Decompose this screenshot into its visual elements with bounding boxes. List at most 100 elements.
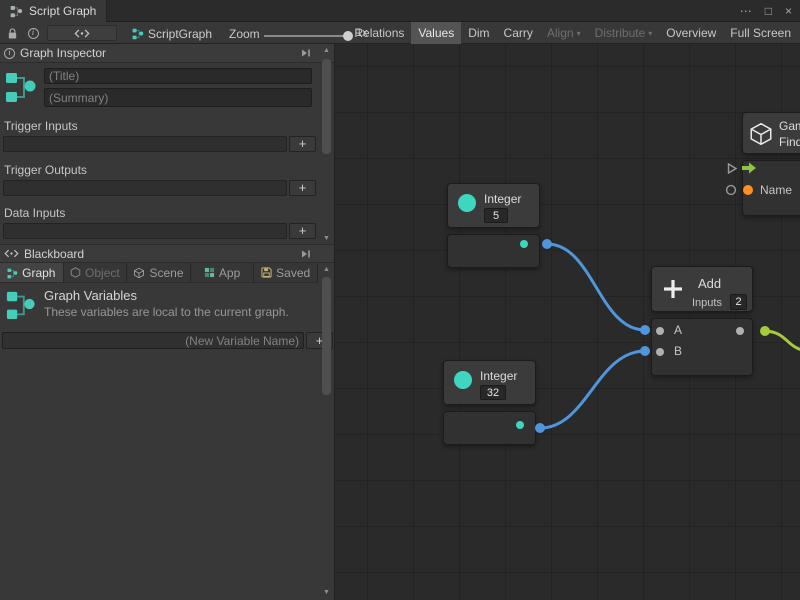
inputs-count-input[interactable]: [730, 294, 747, 310]
toolbar-button-carry[interactable]: Carry: [497, 22, 540, 44]
node-header[interactable]: Integer: [443, 360, 536, 405]
hexagon-icon: [70, 267, 81, 278]
node-add[interactable]: Add Inputs A B: [651, 266, 753, 378]
scroll-up-icon[interactable]: ▲: [320, 46, 333, 56]
node-port-section: A B: [651, 318, 753, 376]
scrollbar-thumb[interactable]: [322, 59, 331, 154]
integer-value-input[interactable]: [480, 385, 506, 400]
grid-icon: [204, 267, 215, 278]
output-port[interactable]: [736, 327, 744, 335]
tab-script-graph[interactable]: Script Graph: [0, 0, 107, 22]
floppy-icon: [261, 267, 272, 278]
toolbar-button-values[interactable]: Values: [411, 22, 461, 44]
expand-pane-icon[interactable]: [301, 249, 312, 259]
tab-label: Object: [85, 266, 120, 280]
window-maximize-button[interactable]: □: [765, 4, 772, 18]
trigger-outputs-list: [3, 180, 287, 196]
blackboard-header: Blackboard: [0, 244, 334, 263]
toolbar-button-relations[interactable]: Relations: [347, 22, 411, 44]
inspector-scrollbar[interactable]: ▲ ▼: [320, 46, 333, 244]
node-title: Integer: [480, 369, 517, 383]
tab-saved[interactable]: Saved: [254, 263, 318, 283]
connection-endpoint[interactable]: [542, 239, 552, 249]
trigger-inputs-list: [3, 136, 287, 152]
new-variable-input[interactable]: [2, 332, 304, 349]
cube-icon: [748, 121, 774, 147]
name-port-label: Name: [760, 183, 792, 197]
node-integer-5[interactable]: Integer: [447, 183, 540, 269]
graph-canvas[interactable]: Integer Integer Add Inputs: [335, 44, 800, 600]
scroll-down-icon[interactable]: ▼: [320, 234, 333, 244]
flow-arrow-icon[interactable]: [741, 161, 757, 175]
port-b-label: B: [674, 344, 682, 358]
integer-icon: [458, 194, 476, 212]
lock-button[interactable]: [3, 25, 21, 41]
toolbar-button-label: Distribute: [595, 26, 646, 40]
connection-endpoint[interactable]: [760, 326, 770, 336]
node-header[interactable]: Game Find: [742, 112, 800, 154]
section-trigger-inputs-label: Trigger Inputs: [4, 119, 78, 133]
scroll-up-icon[interactable]: ▲: [320, 265, 333, 275]
zoom-slider[interactable]: [264, 35, 348, 37]
script-graph-icon: [10, 4, 23, 18]
node-port-section: [443, 411, 536, 445]
unity-script-graph-window: Script Graph ⋯ □ × i ScriptGraph Zoom 1x…: [0, 0, 800, 600]
toolbar-button-label: Align: [547, 26, 574, 40]
integer-value-input[interactable]: [484, 208, 508, 223]
section-trigger-outputs-label: Trigger Outputs: [4, 163, 87, 177]
output-port[interactable]: [520, 240, 528, 248]
control-input-port[interactable]: [726, 162, 738, 175]
data-input-port[interactable]: [725, 184, 737, 196]
add-data-input-button[interactable]: +: [289, 223, 316, 239]
window-menu-button[interactable]: ⋯: [740, 4, 752, 18]
graph-asset-button[interactable]: [47, 25, 117, 41]
scrollbar-thumb[interactable]: [322, 277, 331, 395]
tab-graph[interactable]: Graph: [0, 263, 64, 283]
node-title-line2: Find: [779, 135, 800, 149]
port-a-label: A: [674, 323, 682, 337]
input-port-b[interactable]: [656, 348, 664, 356]
connection-endpoint[interactable]: [535, 423, 545, 433]
left-panel: i Graph Inspector Trigger Inputs + Trigg…: [0, 44, 335, 600]
add-trigger-input-button[interactable]: +: [289, 136, 316, 152]
connection-endpoint[interactable]: [640, 325, 650, 335]
connection-int32-to-b[interactable]: [540, 351, 645, 428]
toolbar-button-align[interactable]: Align ▾: [540, 22, 588, 44]
blackboard-scrollbar[interactable]: ▲ ▼: [320, 265, 333, 598]
connection-endpoint[interactable]: [640, 346, 650, 356]
scroll-down-icon[interactable]: ▼: [320, 588, 333, 598]
toolbar-button-dim[interactable]: Dim: [461, 22, 496, 44]
add-trigger-output-button[interactable]: +: [289, 180, 316, 196]
toolbar-button-distribute[interactable]: Distribute ▾: [588, 22, 660, 44]
connection-int5-to-a[interactable]: [547, 244, 645, 330]
input-port-a[interactable]: [656, 327, 664, 335]
zoom-label: Zoom: [229, 27, 260, 41]
tab-object[interactable]: Object: [64, 263, 128, 283]
lock-icon: [7, 27, 18, 40]
chevron-down-icon: ▾: [648, 29, 652, 38]
expand-pane-icon[interactable]: [301, 48, 312, 58]
node-header[interactable]: Add Inputs: [651, 266, 753, 312]
info-button[interactable]: i: [24, 25, 42, 41]
node-integer-32[interactable]: Integer: [443, 360, 536, 446]
graph-title-input[interactable]: [44, 68, 312, 84]
graph-reference-field[interactable]: ScriptGraph: [132, 26, 212, 41]
tab-app[interactable]: App: [191, 263, 255, 283]
graph-summary-input[interactable]: [44, 88, 312, 107]
name-port-dot[interactable]: [743, 185, 753, 195]
node-port-section: [447, 234, 540, 268]
node-header[interactable]: Integer: [447, 183, 540, 228]
connection-add-output[interactable]: [765, 331, 800, 351]
tab-label: Graph: [22, 266, 55, 280]
tab-scene[interactable]: Scene: [127, 263, 191, 283]
node-title-line1: Game: [779, 119, 800, 133]
graph-variables-subtitle: These variables are local to the current…: [44, 305, 289, 319]
toolbar-button-overview[interactable]: Overview: [659, 22, 723, 44]
output-port[interactable]: [516, 421, 524, 429]
graph-name-label: ScriptGraph: [148, 27, 212, 41]
tab-label: Scene: [149, 266, 183, 280]
window-close-button[interactable]: ×: [785, 4, 792, 18]
toolbar-button-fullscreen[interactable]: Full Screen: [723, 22, 798, 44]
chevron-down-icon: ▾: [577, 29, 581, 38]
node-title: Integer: [484, 192, 521, 206]
